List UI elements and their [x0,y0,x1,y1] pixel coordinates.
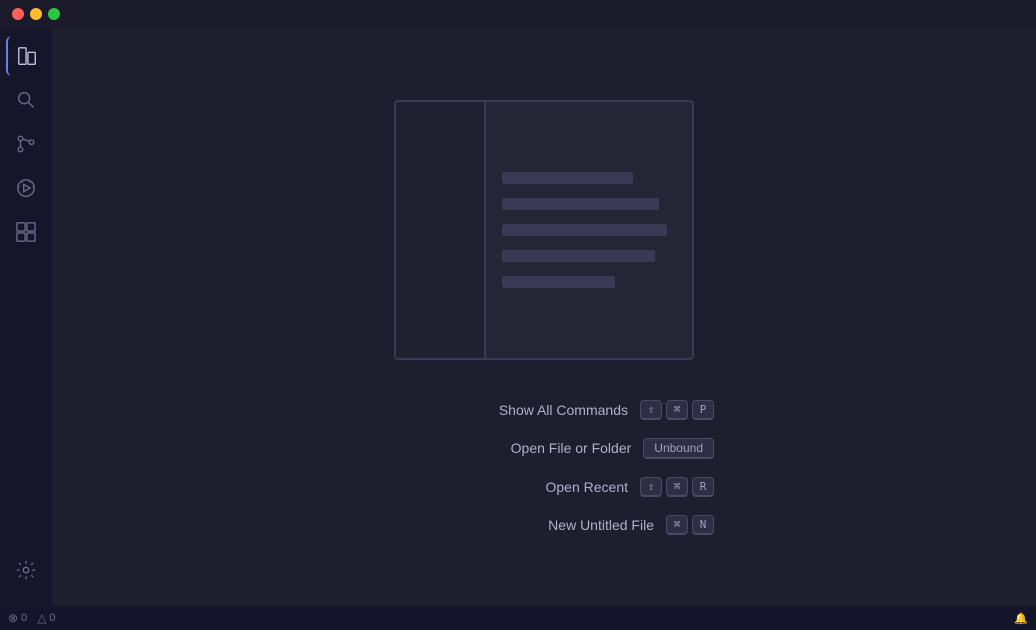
activity-bar [0,28,52,606]
status-warnings[interactable]: △ 0 [37,611,55,625]
notification-bell[interactable]: 🔔 [1014,612,1028,625]
welcome-graphic [394,100,694,360]
traffic-lights [12,8,60,20]
settings-icon[interactable] [6,550,46,590]
warning-count: 0 [49,612,55,624]
kbd-shift: ⇧ [640,477,662,497]
mock-line [502,276,615,288]
explorer-icon[interactable] [6,36,46,76]
bell-icon: 🔔 [1014,612,1028,625]
shortcut-open-recent[interactable]: Open Recent ⇧ ⌘ R [374,477,714,497]
shortcuts-section: Show All Commands ⇧ ⌘ P Open File or Fol… [374,400,714,535]
statusbar: ⊗ 0 △ 0 🔔 [0,606,1036,630]
shortcut-label: Open Recent [374,479,628,495]
mock-line [502,172,633,184]
close-button[interactable] [12,8,24,20]
search-icon[interactable] [6,80,46,120]
titlebar [0,0,1036,28]
shortcut-keys: ⇧ ⌘ P [640,400,714,420]
run-debug-icon[interactable] [6,168,46,208]
warning-icon: △ [37,611,46,625]
status-left: ⊗ 0 △ 0 [8,611,1014,625]
shortcut-new-file[interactable]: New Untitled File ⌘ N [374,515,714,535]
kbd-n: N [692,515,714,535]
editor-sidebar-mock [396,102,486,358]
kbd-r: R [692,477,714,497]
mock-line [502,250,655,262]
minimize-button[interactable] [30,8,42,20]
editor-area: Show All Commands ⇧ ⌘ P Open File or Fol… [52,28,1036,606]
maximize-button[interactable] [48,8,60,20]
kbd-unbound: Unbound [643,438,714,459]
activity-bar-bottom [6,550,46,598]
mock-line [502,198,659,210]
kbd-cmd: ⌘ [666,515,688,535]
status-errors[interactable]: ⊗ 0 [8,611,27,625]
error-icon: ⊗ [8,611,18,625]
shortcut-keys: Unbound [643,438,714,459]
kbd-shift: ⇧ [640,400,662,420]
kbd-cmd: ⌘ [666,477,688,497]
status-right: 🔔 [1014,612,1028,625]
editor-mockup [394,100,694,360]
error-count: 0 [21,612,27,624]
shortcut-show-all-commands[interactable]: Show All Commands ⇧ ⌘ P [374,400,714,420]
shortcut-keys: ⌘ N [666,515,714,535]
source-control-icon[interactable] [6,124,46,164]
activity-bar-top [6,36,46,550]
shortcut-label: Show All Commands [374,402,628,418]
shortcut-keys: ⇧ ⌘ R [640,477,714,497]
mock-line [502,224,667,236]
kbd-p: P [692,400,714,420]
shortcut-label: New Untitled File [374,517,654,533]
kbd-cmd: ⌘ [666,400,688,420]
main-layout: Show All Commands ⇧ ⌘ P Open File or Fol… [0,28,1036,606]
shortcut-open-file[interactable]: Open File or Folder Unbound [374,438,714,459]
extensions-icon[interactable] [6,212,46,252]
editor-content-mock [486,102,692,358]
shortcut-label: Open File or Folder [374,440,631,456]
